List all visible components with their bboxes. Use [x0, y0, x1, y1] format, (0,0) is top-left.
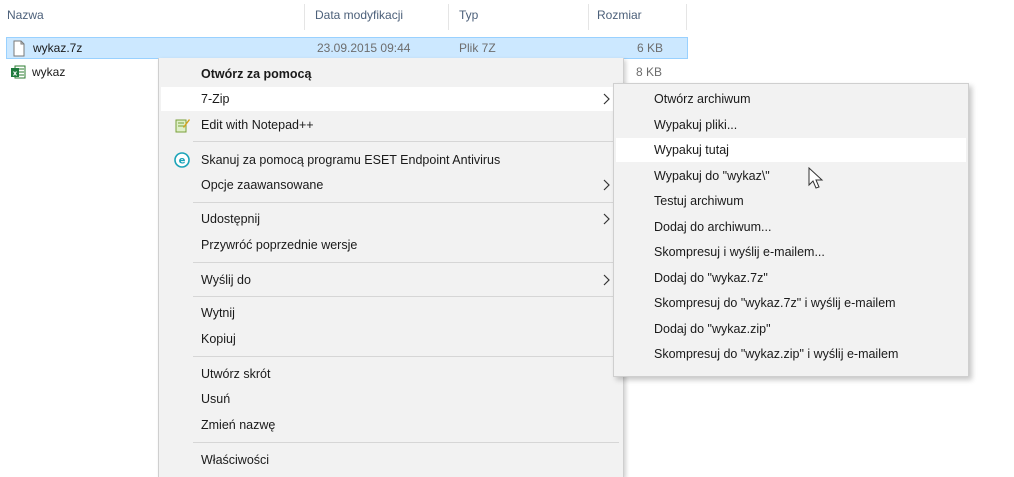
menu-item-send-to[interactable]: Wyślij do	[161, 268, 621, 292]
submenu-item-label: Otwórz archiwum	[654, 92, 751, 106]
menu-item-label: Zmień nazwę	[201, 418, 276, 432]
submenu-item-compress-and-email[interactable]: Skompresuj i wyślij e-mailem...	[616, 240, 966, 264]
chevron-right-icon	[601, 207, 613, 231]
menu-item-restore-previous[interactable]: Przywróć poprzednie wersje	[161, 233, 621, 257]
submenu-item-test-archive[interactable]: Testuj archiwum	[616, 189, 966, 213]
submenu-item-label: Testuj archiwum	[654, 194, 744, 208]
file-size: 6 KB	[636, 41, 663, 55]
menu-separator	[193, 442, 619, 443]
submenu-item-add-to-archive[interactable]: Dodaj do archiwum...	[616, 215, 966, 239]
column-divider[interactable]	[448, 4, 449, 30]
menu-item-properties[interactable]: Właściwości	[161, 448, 621, 472]
submenu-item-extract-here[interactable]: Wypakuj tutaj	[616, 138, 966, 162]
menu-separator	[193, 141, 619, 142]
menu-item-delete[interactable]: Usuń	[161, 387, 621, 411]
column-header: Nazwa Data modyfikacji Typ Rozmiar	[0, 0, 1014, 30]
menu-item-eset-scan[interactable]: e Skanuj za pomocą programu ESET Endpoin…	[161, 148, 621, 172]
file-name: wykaz.7z	[33, 41, 83, 55]
menu-item-label: Otwórz za pomocą	[201, 67, 312, 81]
menu-item-label: Wyślij do	[201, 273, 251, 287]
submenu-item-add-to-7z[interactable]: Dodaj do "wykaz.7z"	[616, 266, 966, 290]
submenu-item-label: Wypakuj do "wykaz\"	[654, 169, 770, 183]
menu-item-label: Skanuj za pomocą programu ESET Endpoint …	[201, 153, 501, 167]
column-name[interactable]: Nazwa	[4, 0, 44, 30]
menu-separator	[193, 202, 619, 203]
column-divider[interactable]	[304, 4, 305, 30]
menu-separator	[193, 262, 619, 263]
menu-item-share[interactable]: Udostępnij	[161, 207, 621, 231]
submenu-item-label: Skompresuj do "wykaz.7z" i wyślij e-mail…	[654, 296, 896, 310]
eset-icon: e	[174, 152, 190, 168]
svg-text:x: x	[13, 70, 18, 78]
menu-item-advanced-options[interactable]: Opcje zaawansowane	[161, 173, 621, 197]
submenu-item-label: Dodaj do "wykaz.7z"	[654, 271, 768, 285]
menu-item-label: Właściwości	[201, 453, 270, 467]
submenu-item-label: Wypakuj tutaj	[654, 143, 729, 157]
sevenzip-submenu: Otwórz archiwum Wypakuj pliki... Wypakuj…	[613, 83, 969, 377]
menu-item-label: Opcje zaawansowane	[201, 178, 324, 192]
submenu-item-label: Wypakuj pliki...	[654, 118, 738, 132]
svg-text:e: e	[179, 156, 186, 167]
menu-item-label: Utwórz skrót	[201, 367, 271, 381]
submenu-item-compress-7z-email[interactable]: Skompresuj do "wykaz.7z" i wyślij e-mail…	[616, 291, 966, 315]
file-row-wykaz-7z[interactable]: wykaz.7z 23.09.2015 09:44 Plik 7Z 6 KB	[6, 37, 688, 59]
menu-item-label: Udostępnij	[201, 212, 261, 226]
column-size[interactable]: Rozmiar	[594, 0, 642, 30]
chevron-right-icon	[601, 173, 613, 197]
document-icon	[11, 40, 27, 57]
column-date-modified[interactable]: Data modyfikacji	[312, 0, 403, 30]
chevron-right-icon	[601, 87, 613, 111]
menu-item-label: Kopiuj	[201, 332, 236, 346]
mouse-pointer-icon	[808, 166, 826, 191]
submenu-item-add-to-zip[interactable]: Dodaj do "wykaz.zip"	[616, 317, 966, 341]
menu-item-7zip[interactable]: 7-Zip	[161, 87, 621, 111]
submenu-item-compress-zip-email[interactable]: Skompresuj do "wykaz.zip" i wyślij e-mai…	[616, 342, 966, 366]
submenu-item-extract-files[interactable]: Wypakuj pliki...	[616, 113, 966, 137]
notepad-plus-plus-icon	[174, 117, 190, 133]
menu-item-label: 7-Zip	[201, 92, 230, 106]
file-date: 23.09.2015 09:44	[317, 41, 411, 55]
menu-item-rename[interactable]: Zmień nazwę	[161, 413, 621, 437]
menu-item-label: Edit with Notepad++	[201, 118, 314, 132]
submenu-item-label: Dodaj do archiwum...	[654, 220, 772, 234]
menu-item-open-with[interactable]: Otwórz za pomocą	[161, 62, 621, 86]
excel-icon: x	[10, 64, 26, 81]
submenu-item-label: Skompresuj i wyślij e-mailem...	[654, 245, 825, 259]
chevron-right-icon	[601, 268, 613, 292]
file-name: wykaz	[32, 65, 66, 79]
menu-separator	[193, 296, 619, 297]
menu-item-label: Przywróć poprzednie wersje	[201, 238, 358, 252]
column-divider[interactable]	[686, 4, 687, 30]
menu-item-create-shortcut[interactable]: Utwórz skrót	[161, 362, 621, 386]
submenu-item-label: Skompresuj do "wykaz.zip" i wyślij e-mai…	[654, 347, 899, 361]
column-divider[interactable]	[588, 4, 589, 30]
menu-item-label: Usuń	[201, 392, 231, 406]
column-type[interactable]: Typ	[456, 0, 478, 30]
menu-separator	[193, 356, 619, 357]
file-type: Plik 7Z	[459, 41, 496, 55]
submenu-item-extract-to-folder[interactable]: Wypakuj do "wykaz\"	[616, 164, 966, 188]
submenu-item-label: Dodaj do "wykaz.zip"	[654, 322, 771, 336]
menu-item-cut[interactable]: Wytnij	[161, 301, 621, 325]
submenu-item-open-archive[interactable]: Otwórz archiwum	[616, 87, 966, 111]
menu-item-copy[interactable]: Kopiuj	[161, 327, 621, 351]
menu-item-label: Wytnij	[201, 306, 235, 320]
context-menu: Otwórz za pomocą 7-Zip Edit with Notepad…	[158, 58, 624, 477]
menu-item-edit-with-notepad[interactable]: Edit with Notepad++	[161, 113, 621, 137]
